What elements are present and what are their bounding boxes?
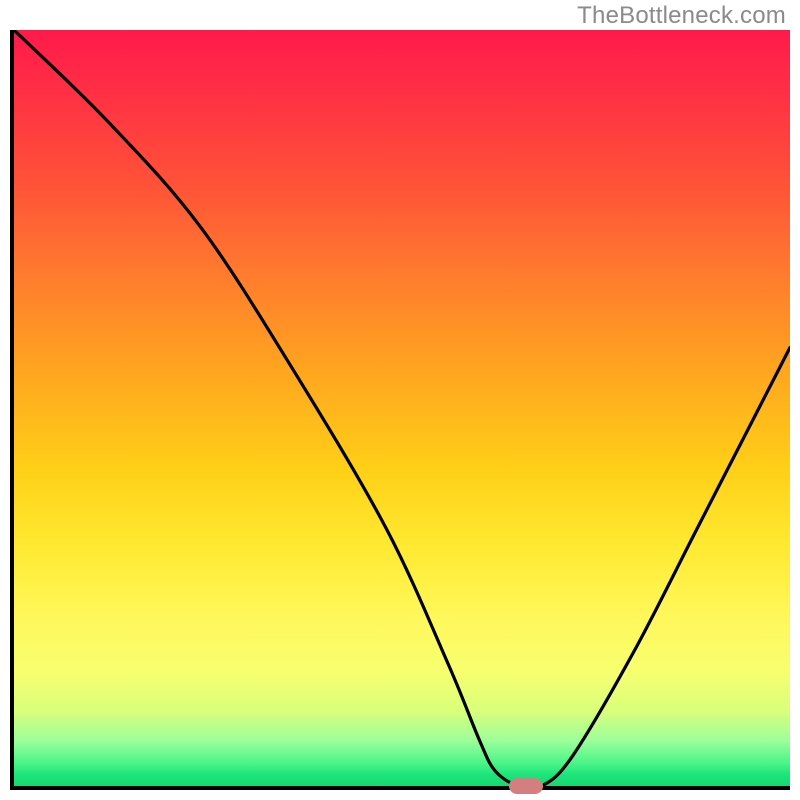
watermark-text: TheBottleneck.com [577,2,786,30]
plot-area [10,30,790,790]
curve-svg [14,30,790,786]
optimal-marker [509,778,543,794]
bottleneck-curve-path [14,30,790,786]
chart-container: TheBottleneck.com [0,0,800,800]
